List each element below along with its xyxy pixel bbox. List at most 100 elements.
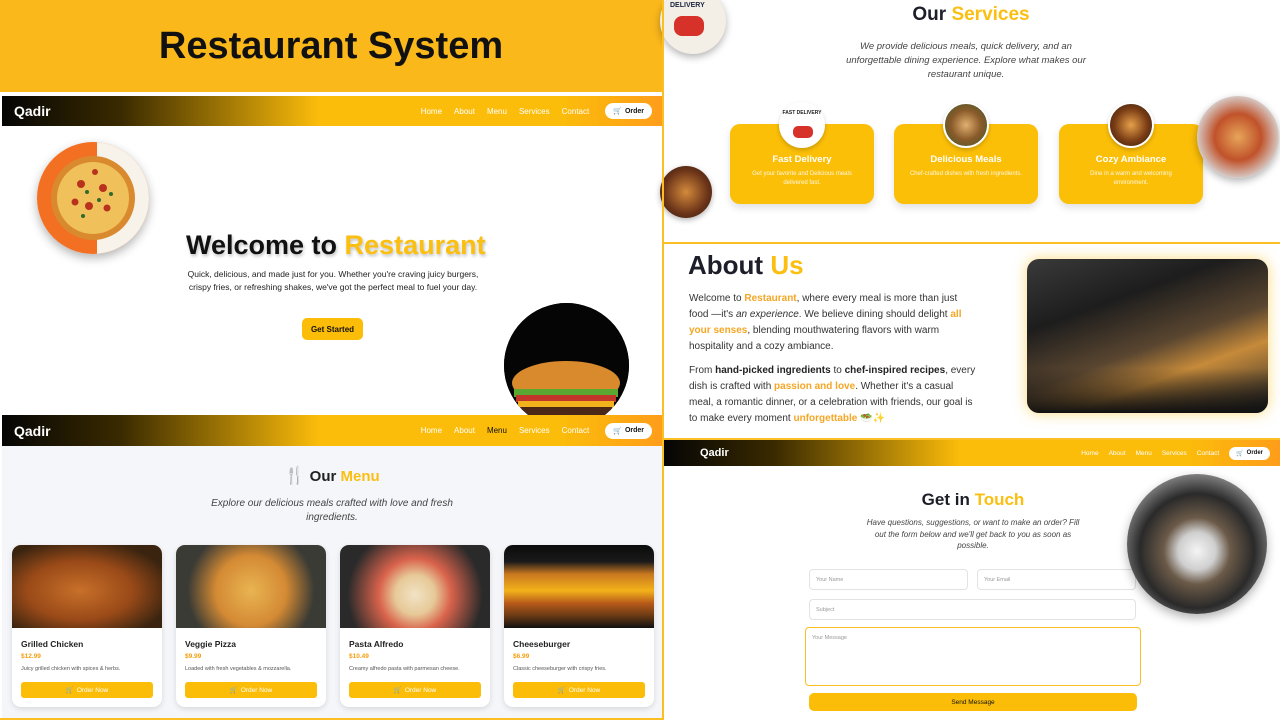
menu-card: Cheeseburger $6.99 Classic cheeseburger … [504,545,654,707]
service-desc: Dine in a warm and welcoming environment… [1090,171,1172,186]
services-title: Our Services [662,4,1280,26]
order-now-label: Order Now [404,686,437,694]
hero-title-a: Welcome to [186,230,338,260]
cart-icon: 🛒 [229,687,238,694]
about-text: From [689,365,716,376]
order-label: Order [1246,450,1263,456]
about-highlight: unforgettable [793,413,858,424]
nav-link-menu[interactable]: Menu [487,426,507,435]
contact-subtitle: Have questions, suggestions, or want to … [866,518,1080,550]
about-text: Welcome to [689,293,745,304]
cart-icon: 🛒 [613,108,622,115]
order-now-label: Order Now [568,686,601,694]
order-now-button[interactable]: 🛒 Order Now [185,682,317,698]
nav-link-contact[interactable]: Contact [1197,450,1219,457]
cart-icon: 🛒 [613,427,622,435]
service-title: Cozy Ambiance [1095,154,1167,165]
ambiance-icon [1108,102,1154,148]
navbar-hero: Qadir Home About Menu Services Contact 🛒… [2,96,662,126]
about-title: About Us [688,250,804,281]
menu-title: 🍴 Our Menu [0,466,664,486]
banner-title: Restaurant System [158,24,504,67]
nav-link-menu[interactable]: Menu [487,107,507,116]
about-highlight: passion and love [774,381,856,392]
menu-item-name: Veggie Pizza [185,639,237,649]
nav-link-home[interactable]: Home [421,426,442,435]
menu-item-desc: Creamy alfredo pasta with parmesan chees… [349,666,460,672]
order-label: Order [624,107,644,115]
order-button[interactable]: 🛒 Order [1229,446,1270,460]
service-title: Fast Delivery [772,154,832,165]
nav-link-menu[interactable]: Menu [1136,450,1152,457]
contact-title-a: Get in [921,490,970,509]
hero-description: Quick, delicious, and made just for you.… [187,269,479,292]
about-highlight: Restaurant [744,293,797,304]
menu-item-name: Pasta Alfredo [349,639,404,649]
message-field[interactable]: Your Message [805,627,1141,686]
menu-card: Grilled Chicken $12.99 Juicy grilled chi… [12,545,162,707]
menu-item-desc: Loaded with fresh vegetables & mozzarell… [185,666,292,672]
email-field[interactable]: Your Email [977,569,1136,590]
nav-link-contact[interactable]: Contact [562,426,590,435]
about-italic: an experience [735,309,799,320]
order-now-label: Order Now [240,686,273,694]
order-button[interactable]: 🛒 Order [605,103,652,119]
nav-link-services[interactable]: Services [519,426,550,435]
about-text: to [830,365,845,376]
order-label: Order [624,427,644,434]
menu-card: Veggie Pizza $9.99 Loaded with fresh veg… [176,545,326,707]
order-now-label: Order Now [76,686,109,694]
menu-item-name: Cheeseburger [513,639,571,649]
menu-item-name: Grilled Chicken [21,639,84,649]
name-field[interactable]: Your Name [809,569,968,590]
restaurant-interior-image [1027,259,1268,413]
cart-icon: 🛒 [1236,450,1244,457]
navbar-menu: Qadir Home About Menu Services Contact 🛒… [2,415,662,446]
order-now-button[interactable]: 🛒 Order Now [21,682,153,698]
service-title: Delicious Meals [930,154,1002,165]
navbar-contact: Qadir Home About Menu Services Contact 🛒… [664,440,1280,466]
menu-item-price: $12.99 [21,653,41,660]
panel-divider [664,438,1280,440]
order-now-button[interactable]: 🛒 Order Now [349,682,481,698]
send-message-button[interactable]: Send Message [809,693,1137,711]
order-button[interactable]: 🛒 Order [605,422,652,439]
cart-icon: 🛒 [65,687,74,694]
fast-delivery-icon: FAST DELIVERY [779,102,825,148]
about-bold: chef-inspired recipes [844,365,946,376]
hero-title-b: Restaurant [344,230,486,260]
nav-link-contact[interactable]: Contact [562,107,590,116]
nav-link-home[interactable]: Home [1081,450,1098,457]
menu-item-desc: Juicy grilled chicken with spices & herb… [21,666,121,672]
services-subtitle: We provide delicious meals, quick delive… [846,41,1086,80]
service-desc: Get your favorite and Delicious meals de… [752,171,852,186]
pizza-image [37,142,149,254]
nav-link-home[interactable]: Home [421,107,442,116]
about-emoji: 🥗✨ [857,413,886,424]
service-desc: Chef-crafted dishes with fresh ingredien… [909,171,1023,177]
panel-divider [664,242,1280,244]
cart-icon: 🛒 [557,687,566,694]
contact-title-b: Touch [974,490,1025,509]
contact-title: Get in Touch [880,490,1066,510]
nav-link-about[interactable]: About [454,426,475,435]
nav-brand[interactable]: Qadir [14,423,51,439]
nav-brand[interactable]: Qadir [14,103,51,119]
services-title-b: Services [951,4,1030,25]
nav-link-about[interactable]: About [454,107,475,116]
subject-field[interactable]: Subject [809,599,1136,620]
utensils-icon: 🍴 [284,466,306,485]
interior-shade [1027,368,1268,413]
nav-link-services[interactable]: Services [519,107,550,116]
veggie-pizza-image [176,545,326,628]
menu-title-a: Our [309,468,337,485]
fine-dining-image [1127,474,1267,614]
hero-title: Welcome to Restaurant [186,230,486,261]
nav-link-services[interactable]: Services [1162,450,1187,457]
nav-link-about[interactable]: About [1109,450,1126,457]
about-paragraph-1: Welcome to Restaurant, where every meal … [689,291,979,355]
menu-item-price: $6.99 [513,653,530,660]
nav-brand[interactable]: Qadir [700,447,729,459]
get-started-button[interactable]: Get Started [302,318,363,340]
order-now-button[interactable]: 🛒 Order Now [513,682,645,698]
